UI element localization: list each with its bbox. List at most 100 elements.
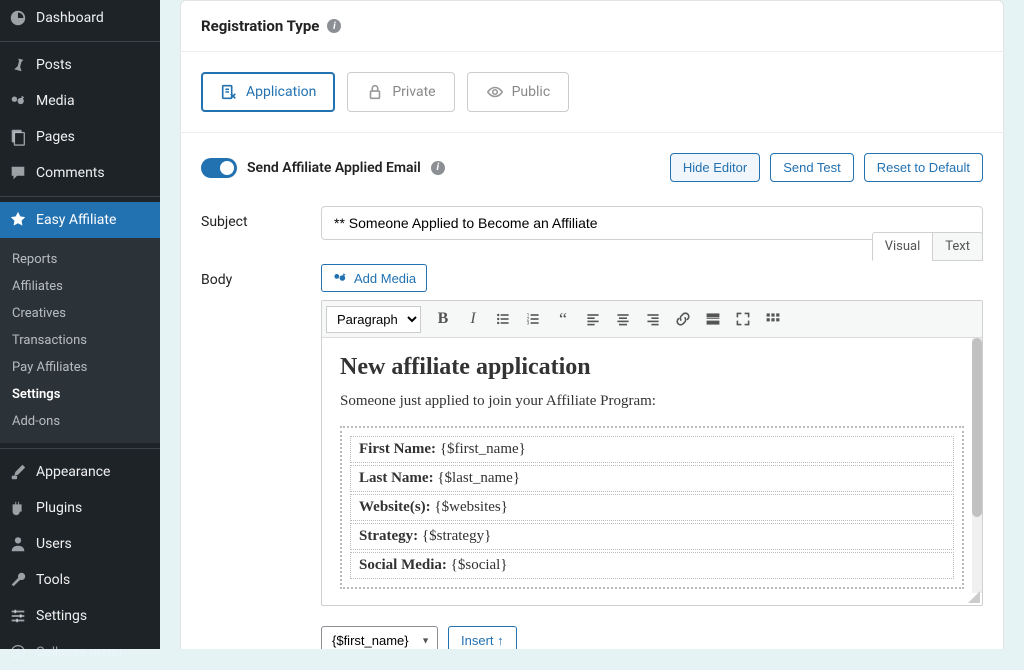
- menu-tools[interactable]: Tools: [0, 562, 160, 598]
- send-test-button[interactable]: Send Test: [770, 153, 854, 182]
- align-right-button[interactable]: [639, 305, 667, 333]
- sub-settings[interactable]: Settings: [0, 381, 160, 408]
- italic-button[interactable]: I: [459, 305, 487, 333]
- table-row: Social Media: {$social}: [350, 552, 954, 579]
- resize-handle[interactable]: [968, 591, 980, 603]
- add-media-button[interactable]: Add Media: [321, 264, 427, 292]
- menu-posts[interactable]: Posts: [0, 47, 160, 83]
- menu-label: Posts: [36, 57, 72, 73]
- menu-separator: [0, 196, 160, 197]
- subject-row: Subject: [201, 206, 983, 240]
- reg-type-public[interactable]: Public: [467, 72, 570, 112]
- reg-type-private[interactable]: Private: [347, 72, 454, 112]
- editor: Paragraph B I 123 “: [321, 300, 983, 606]
- media-icon: [8, 91, 28, 111]
- align-center-button[interactable]: [609, 305, 637, 333]
- sub-reports[interactable]: Reports: [0, 246, 160, 273]
- menu-comments[interactable]: Comments: [0, 155, 160, 191]
- settings-card: Registration Type i Application Private …: [180, 0, 1004, 649]
- menu-label: Dashboard: [36, 10, 104, 26]
- menu-easy-affiliate[interactable]: Easy Affiliate: [0, 202, 160, 238]
- menu-media[interactable]: Media: [0, 83, 160, 119]
- menu-plugins[interactable]: Plugins: [0, 490, 160, 526]
- main-content: Registration Type i Application Private …: [160, 0, 1024, 649]
- menu-separator: [0, 41, 160, 42]
- add-media-label: Add Media: [354, 271, 416, 286]
- submenu: Reports Affiliates Creatives Transaction…: [0, 238, 160, 443]
- menu-label: Comments: [36, 165, 105, 181]
- editor-content[interactable]: New affiliate application Someone just a…: [322, 338, 982, 605]
- applicant-table: First Name: {$first_name} Last Name: {$l…: [340, 426, 964, 589]
- menu-settings[interactable]: Settings: [0, 598, 160, 634]
- sub-pay-affiliates[interactable]: Pay Affiliates: [0, 354, 160, 381]
- menu-pages[interactable]: Pages: [0, 119, 160, 155]
- bold-button[interactable]: B: [429, 305, 457, 333]
- table-row: Strategy: {$strategy}: [350, 523, 954, 550]
- reg-type-application[interactable]: Application: [201, 72, 335, 112]
- email-toggle-row: Send Affiliate Applied Email i Hide Edit…: [201, 153, 983, 182]
- table-row: First Name: {$first_name}: [350, 436, 954, 463]
- menu-label: Appearance: [36, 464, 110, 480]
- wrench-icon: [8, 570, 28, 590]
- format-select[interactable]: Paragraph: [326, 306, 421, 333]
- editor-scrollbar[interactable]: [972, 338, 982, 593]
- star-icon: [8, 210, 28, 230]
- media-icon: [332, 270, 348, 286]
- editor-tabs: Visual Text: [872, 232, 983, 261]
- editor-toolbar: Paragraph B I 123 “: [322, 301, 982, 338]
- send-email-toggle[interactable]: [201, 158, 237, 178]
- card-header: Registration Type i: [181, 1, 1003, 52]
- reg-type-label: Private: [392, 84, 435, 100]
- fullscreen-button[interactable]: [729, 305, 757, 333]
- sub-affiliates[interactable]: Affiliates: [0, 273, 160, 300]
- email-section: Send Affiliate Applied Email i Hide Edit…: [181, 133, 1003, 649]
- menu-users[interactable]: Users: [0, 526, 160, 562]
- sub-creatives[interactable]: Creatives: [0, 300, 160, 327]
- menu-label: Plugins: [36, 500, 82, 516]
- menu-label: Media: [36, 93, 75, 109]
- menu-appearance[interactable]: Appearance: [0, 454, 160, 490]
- sub-addons[interactable]: Add-ons: [0, 408, 160, 435]
- info-icon[interactable]: i: [327, 19, 341, 33]
- comment-icon: [8, 163, 28, 183]
- insert-button[interactable]: Insert ↑: [448, 626, 517, 649]
- tab-visual[interactable]: Visual: [872, 232, 933, 261]
- email-intro: Someone just applied to join your Affili…: [340, 393, 964, 410]
- collapse-menu[interactable]: Collapse menu: [0, 634, 160, 670]
- plugin-icon: [8, 498, 28, 518]
- toolbar-toggle-button[interactable]: [759, 305, 787, 333]
- menu-dashboard[interactable]: Dashboard: [0, 0, 160, 36]
- user-icon: [8, 534, 28, 554]
- readmore-button[interactable]: [699, 305, 727, 333]
- dashboard-icon: [8, 8, 28, 28]
- blockquote-button[interactable]: “: [549, 305, 577, 333]
- table-row: Website(s): {$websites}: [350, 494, 954, 521]
- tab-text[interactable]: Text: [932, 232, 983, 261]
- bullet-list-button[interactable]: [489, 305, 517, 333]
- pin-icon: [8, 55, 28, 75]
- menu-label: Pages: [36, 129, 75, 145]
- reg-type-label: Application: [246, 84, 316, 100]
- align-left-button[interactable]: [579, 305, 607, 333]
- number-list-button[interactable]: 123: [519, 305, 547, 333]
- brush-icon: [8, 462, 28, 482]
- page-icon: [8, 127, 28, 147]
- menu-label: Tools: [36, 572, 70, 588]
- reset-default-button[interactable]: Reset to Default: [864, 153, 983, 182]
- hide-editor-button[interactable]: Hide Editor: [670, 153, 760, 182]
- reg-type-label: Public: [512, 84, 551, 100]
- body-row: Body Add Media Visual Text: [201, 264, 983, 649]
- email-heading: New affiliate application: [340, 354, 964, 381]
- table-row: Last Name: {$last_name}: [350, 465, 954, 492]
- body-label: Body: [201, 264, 301, 288]
- insert-row: {$first_name} Insert ↑: [321, 626, 983, 649]
- page-title: Registration Type: [201, 17, 319, 35]
- sub-transactions[interactable]: Transactions: [0, 327, 160, 354]
- info-icon[interactable]: i: [431, 161, 445, 175]
- menu-label: Easy Affiliate: [36, 212, 116, 228]
- menu-label: Settings: [36, 608, 87, 624]
- sliders-icon: [8, 606, 28, 626]
- placeholder-select[interactable]: {$first_name}: [321, 626, 438, 649]
- toggle-label: Send Affiliate Applied Email: [247, 160, 421, 176]
- link-button[interactable]: [669, 305, 697, 333]
